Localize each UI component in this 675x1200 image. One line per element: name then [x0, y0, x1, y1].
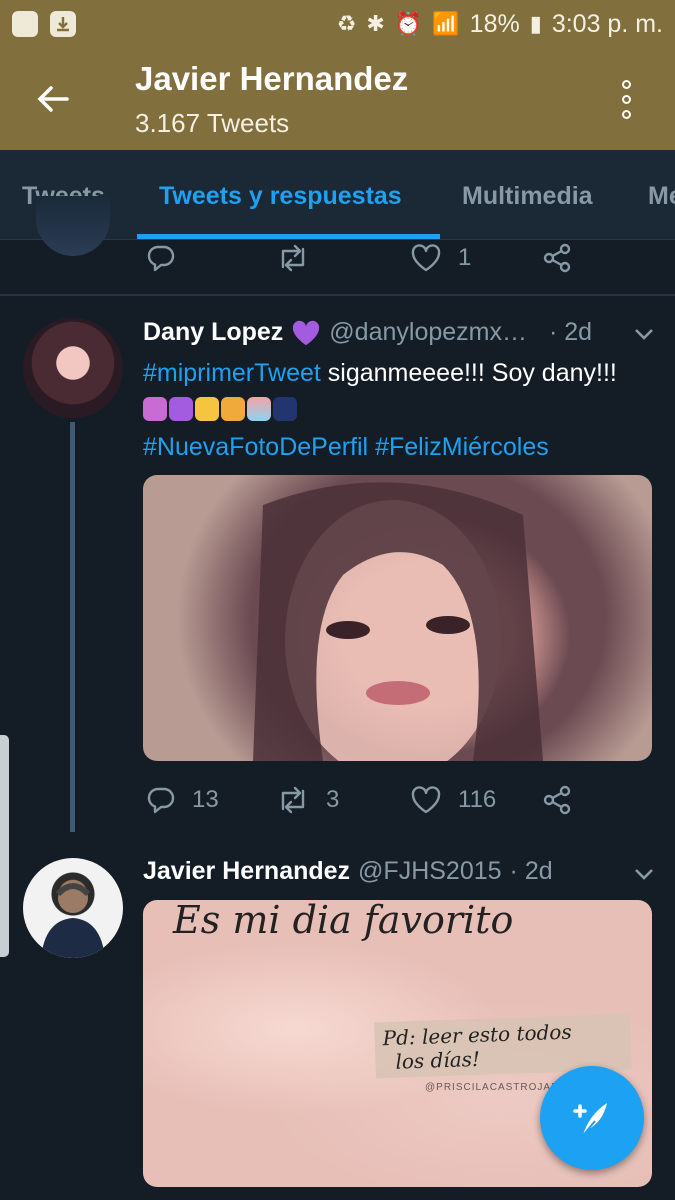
author-handle[interactable]: @danylopezmx…	[329, 318, 527, 347]
alarm-icon: ⏰	[394, 11, 423, 36]
battery-saver-icon: ♻	[336, 11, 357, 36]
bluetooth-icon: ✱	[366, 11, 385, 36]
tab-me-gusta[interactable]: Me	[648, 182, 675, 211]
purple-heart-emoji-icon	[293, 320, 320, 345]
chevron-down-icon[interactable]	[632, 862, 656, 886]
profile-name-title: Javier Hernandez	[135, 60, 409, 97]
reply-button[interactable]	[146, 243, 192, 273]
image-quote-text: Es mi dia favorito	[173, 900, 514, 942]
download-icon	[50, 11, 76, 37]
purple-heart-emoji-icon	[169, 397, 193, 421]
arrow-left-icon	[37, 86, 69, 112]
like-button[interactable]: 116	[410, 785, 496, 815]
image-watermark: @PRISCILACASTROJARA	[425, 1082, 567, 1093]
author-name[interactable]: Javier Hernandez	[143, 857, 350, 886]
javier-hernandez-avatar[interactable]	[23, 858, 123, 958]
dany-lopez-avatar[interactable]	[23, 318, 123, 418]
reply-icon	[147, 787, 175, 814]
rainbow-emoji-icon	[247, 397, 271, 421]
compose-feather-icon	[573, 1103, 607, 1139]
tweet-photo[interactable]	[143, 475, 652, 761]
hashtag-link[interactable]: #NuevaFotoDePerfil	[143, 433, 368, 461]
previous-avatar[interactable]	[36, 196, 110, 256]
reply-icon	[147, 245, 175, 272]
share-button[interactable]	[542, 243, 572, 273]
woman-tipping-hand-emoji-icon	[143, 397, 167, 421]
battery-percent: 18%	[469, 9, 520, 38]
tweet-text: siganmeeee!!! Soy dany!!!	[320, 359, 617, 387]
retweet-icon	[281, 244, 305, 272]
more-options-button[interactable]	[608, 76, 644, 122]
tweet-header: Javier Hernandez @FJHS2015 · 2d	[143, 857, 553, 886]
share-icon	[543, 785, 571, 815]
hashtag-link[interactable]: #miprimerTweet	[143, 359, 321, 387]
tweet-time: · 2d	[509, 857, 553, 885]
chevron-down-icon[interactable]	[632, 322, 656, 346]
like-button[interactable]: 1	[410, 243, 471, 273]
edge-panel-handle[interactable]	[0, 735, 9, 957]
clock: 3:03 p. m.	[551, 9, 663, 38]
share-button[interactable]	[542, 785, 572, 815]
active-tab-indicator	[137, 234, 440, 239]
status-bar: ♻ ✱ ⏰ 📶 18% ▮ 3:03 p. m.	[0, 0, 675, 48]
wifi-icon: 📶	[432, 11, 460, 36]
retweet-icon	[281, 786, 305, 814]
tweet-body: #miprimerTweet siganmeeee!!! Soy dany!!!…	[143, 355, 623, 466]
reply-count: 13	[192, 786, 219, 813]
back-button[interactable]	[30, 76, 76, 122]
like-count: 1	[458, 244, 472, 271]
tweet-time: · 2d	[548, 318, 593, 346]
retweet-button[interactable]	[276, 243, 326, 273]
tab-tweets-y-respuestas[interactable]: Tweets y respuestas	[159, 182, 402, 211]
princess-emoji-icon	[195, 397, 219, 421]
like-count: 116	[458, 786, 497, 813]
tweet-divider	[0, 294, 675, 296]
retweet-count: 3	[326, 786, 340, 813]
author-handle[interactable]: @FJHS2015	[358, 857, 502, 886]
hashtag-link[interactable]: #FelizMiércoles	[375, 433, 549, 461]
nail-polish-emoji-icon	[221, 397, 245, 421]
author-name[interactable]: Dany Lopez	[143, 318, 283, 347]
tweet-header: Dany Lopez @danylopezmx… · 2d	[143, 318, 592, 347]
reply-button[interactable]: 13	[146, 785, 219, 815]
photo-face-illustration	[253, 482, 543, 761]
tab-multimedia[interactable]: Multimedia	[462, 182, 593, 211]
dot-icon	[621, 79, 631, 89]
fireworks-emoji-icon	[273, 397, 297, 421]
profile-app-bar: Javier Hernandez 3.167 Tweets	[0, 48, 675, 150]
battery-icon: ▮	[529, 11, 542, 36]
conversation-thread-line	[70, 422, 75, 832]
dot-icon	[621, 109, 631, 119]
person-portrait-illustration	[41, 883, 105, 958]
share-icon	[543, 243, 571, 273]
heart-icon	[411, 244, 441, 272]
heart-icon	[411, 786, 441, 814]
compose-tweet-button[interactable]	[540, 1066, 644, 1170]
dot-icon	[621, 94, 631, 104]
whatsapp-icon	[12, 11, 38, 37]
retweet-button[interactable]: 3	[276, 785, 339, 815]
tweet-count: 3.167 Tweets	[135, 108, 290, 138]
